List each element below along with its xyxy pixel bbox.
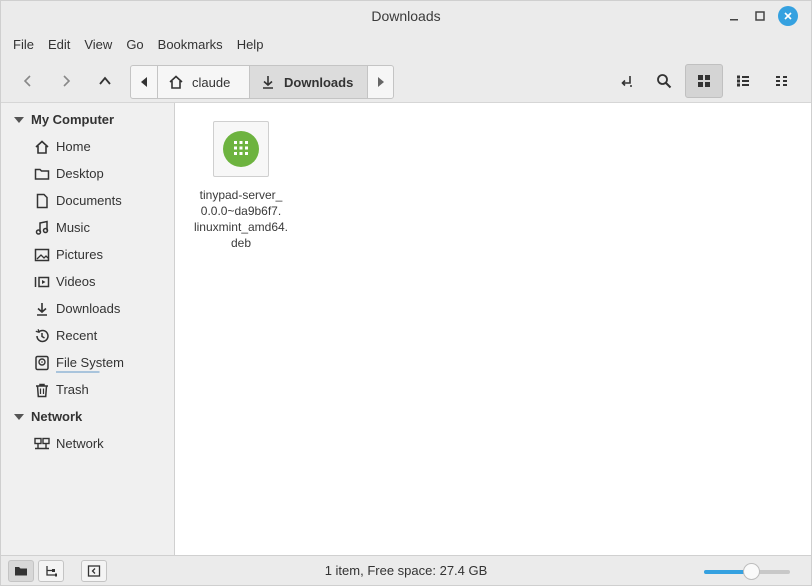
sidebar-item-downloads[interactable]: Downloads — [1, 295, 174, 322]
download-icon — [37, 302, 47, 316]
triangle-down-icon — [14, 413, 24, 420]
sidebar-item-label: Desktop — [56, 166, 104, 181]
folder-icon — [34, 168, 50, 180]
sidebar-item-file-system[interactable]: File System — [1, 349, 174, 376]
sidebar-item-label: Documents — [56, 193, 122, 208]
recent-icon — [35, 328, 49, 342]
file-name: tinypad-server_ 0.0.0~da9b6f7. linuxmint… — [193, 188, 289, 250]
triangle-left-icon — [141, 77, 147, 87]
disk-usage-bar — [56, 371, 126, 373]
close-button[interactable] — [777, 1, 799, 31]
file-thumbnail — [213, 121, 269, 177]
path-segment-downloads[interactable]: Downloads — [249, 66, 367, 98]
grid-icon — [698, 75, 710, 87]
icon-view-button[interactable] — [685, 64, 723, 98]
picture-icon — [34, 248, 50, 261]
search-icon — [657, 74, 672, 89]
sidebar-item-documents[interactable]: Documents — [1, 187, 174, 214]
minimize-button[interactable] — [723, 1, 745, 31]
toolbar: claude Downloads — [1, 59, 811, 103]
music-icon — [35, 220, 49, 235]
forward-button[interactable] — [47, 64, 85, 98]
location-entry-icon — [621, 76, 632, 87]
menu-bookmarks[interactable]: Bookmarks — [152, 31, 229, 59]
compact-view-button[interactable] — [763, 64, 801, 98]
trash-icon — [36, 383, 48, 397]
menu-edit[interactable]: Edit — [42, 31, 76, 59]
minimize-icon — [730, 19, 738, 21]
list-icon — [737, 75, 749, 87]
menu-go[interactable]: Go — [120, 31, 149, 59]
toggle-location-entry-button[interactable] — [607, 64, 645, 98]
sidebar-item-label: Network — [56, 436, 104, 451]
document-icon — [36, 193, 48, 208]
maximize-icon — [755, 11, 765, 21]
triangle-right-icon — [377, 77, 384, 87]
menu-bar: File Edit View Go Bookmarks Help — [1, 31, 811, 59]
sidebar-item-label: Videos — [56, 274, 96, 289]
sidebar-section-title: My Computer — [31, 112, 115, 127]
zoom-slider[interactable] — [704, 563, 790, 580]
file-view[interactable]: tinypad-server_ 0.0.0~da9b6f7. linuxmint… — [175, 103, 811, 555]
chevron-up-icon — [99, 76, 111, 85]
path-segment-label: Downloads — [284, 74, 354, 90]
maximize-button[interactable] — [749, 1, 771, 31]
menu-help[interactable]: Help — [231, 31, 270, 59]
path-scroll-left-button[interactable] — [131, 66, 157, 98]
chevron-left-icon — [23, 75, 31, 87]
home-icon — [169, 75, 183, 89]
download-icon — [263, 76, 273, 89]
up-button[interactable] — [86, 64, 124, 98]
path-segment-label: claude — [192, 74, 231, 90]
chevron-right-icon — [63, 75, 71, 87]
title-bar[interactable]: Downloads — [1, 1, 811, 31]
search-button[interactable] — [645, 64, 683, 98]
menu-view[interactable]: View — [78, 31, 118, 59]
sidebar-item-music[interactable]: Music — [1, 214, 174, 241]
sidebar: My Computer Home Desktop Documents Music… — [1, 103, 175, 555]
sidebar-item-label: Pictures — [56, 247, 103, 262]
sidebar-item-recent[interactable]: Recent — [1, 322, 174, 349]
sidebar-item-label: Music — [56, 220, 90, 235]
drive-icon — [35, 355, 49, 370]
sidebar-item-pictures[interactable]: Pictures — [1, 241, 174, 268]
sidebar-item-trash[interactable]: Trash — [1, 376, 174, 403]
back-button[interactable] — [9, 64, 47, 98]
window-title: Downloads — [371, 8, 441, 24]
sidebar-item-desktop[interactable]: Desktop — [1, 160, 174, 187]
sidebar-item-videos[interactable]: Videos — [1, 268, 174, 295]
sidebar-item-network[interactable]: Network — [1, 430, 174, 457]
sidebar-item-home[interactable]: Home — [1, 133, 174, 160]
file-manager-window: Downloads File Edit View Go Bookmarks He… — [0, 0, 812, 586]
sidebar-item-label: Home — [56, 139, 91, 154]
path-scroll-right-button[interactable] — [367, 66, 393, 98]
sidebar-item-label: Recent — [56, 328, 98, 343]
status-text: 1 item, Free space: 27.4 GB — [324, 563, 488, 578]
sidebar-item-label: Trash — [56, 382, 89, 397]
zoom-slider-handle[interactable] — [742, 563, 760, 580]
main-area: My Computer Home Desktop Documents Music… — [1, 103, 811, 555]
deb-package-icon — [223, 131, 259, 167]
path-bar: claude Downloads — [130, 65, 394, 99]
path-segment-home[interactable]: claude — [157, 66, 249, 98]
sidebar-item-label: File System — [56, 355, 126, 373]
sidebar-section-title: Network — [31, 409, 83, 424]
sidebar-section-network[interactable]: Network — [1, 403, 174, 430]
menu-file[interactable]: File — [7, 31, 40, 59]
triangle-down-icon — [14, 116, 24, 123]
list-view-button[interactable] — [724, 64, 762, 98]
file-item[interactable]: tinypad-server_ 0.0.0~da9b6f7. linuxmint… — [185, 121, 297, 251]
video-icon — [34, 276, 50, 287]
status-bar: 1 item, Free space: 27.4 GB — [1, 555, 811, 585]
sidebar-item-label: Downloads — [56, 301, 121, 316]
compact-view-icon — [776, 76, 787, 86]
close-icon — [778, 6, 798, 26]
network-icon — [34, 437, 50, 449]
home-icon — [35, 139, 49, 154]
sidebar-section-my-computer[interactable]: My Computer — [1, 106, 174, 133]
